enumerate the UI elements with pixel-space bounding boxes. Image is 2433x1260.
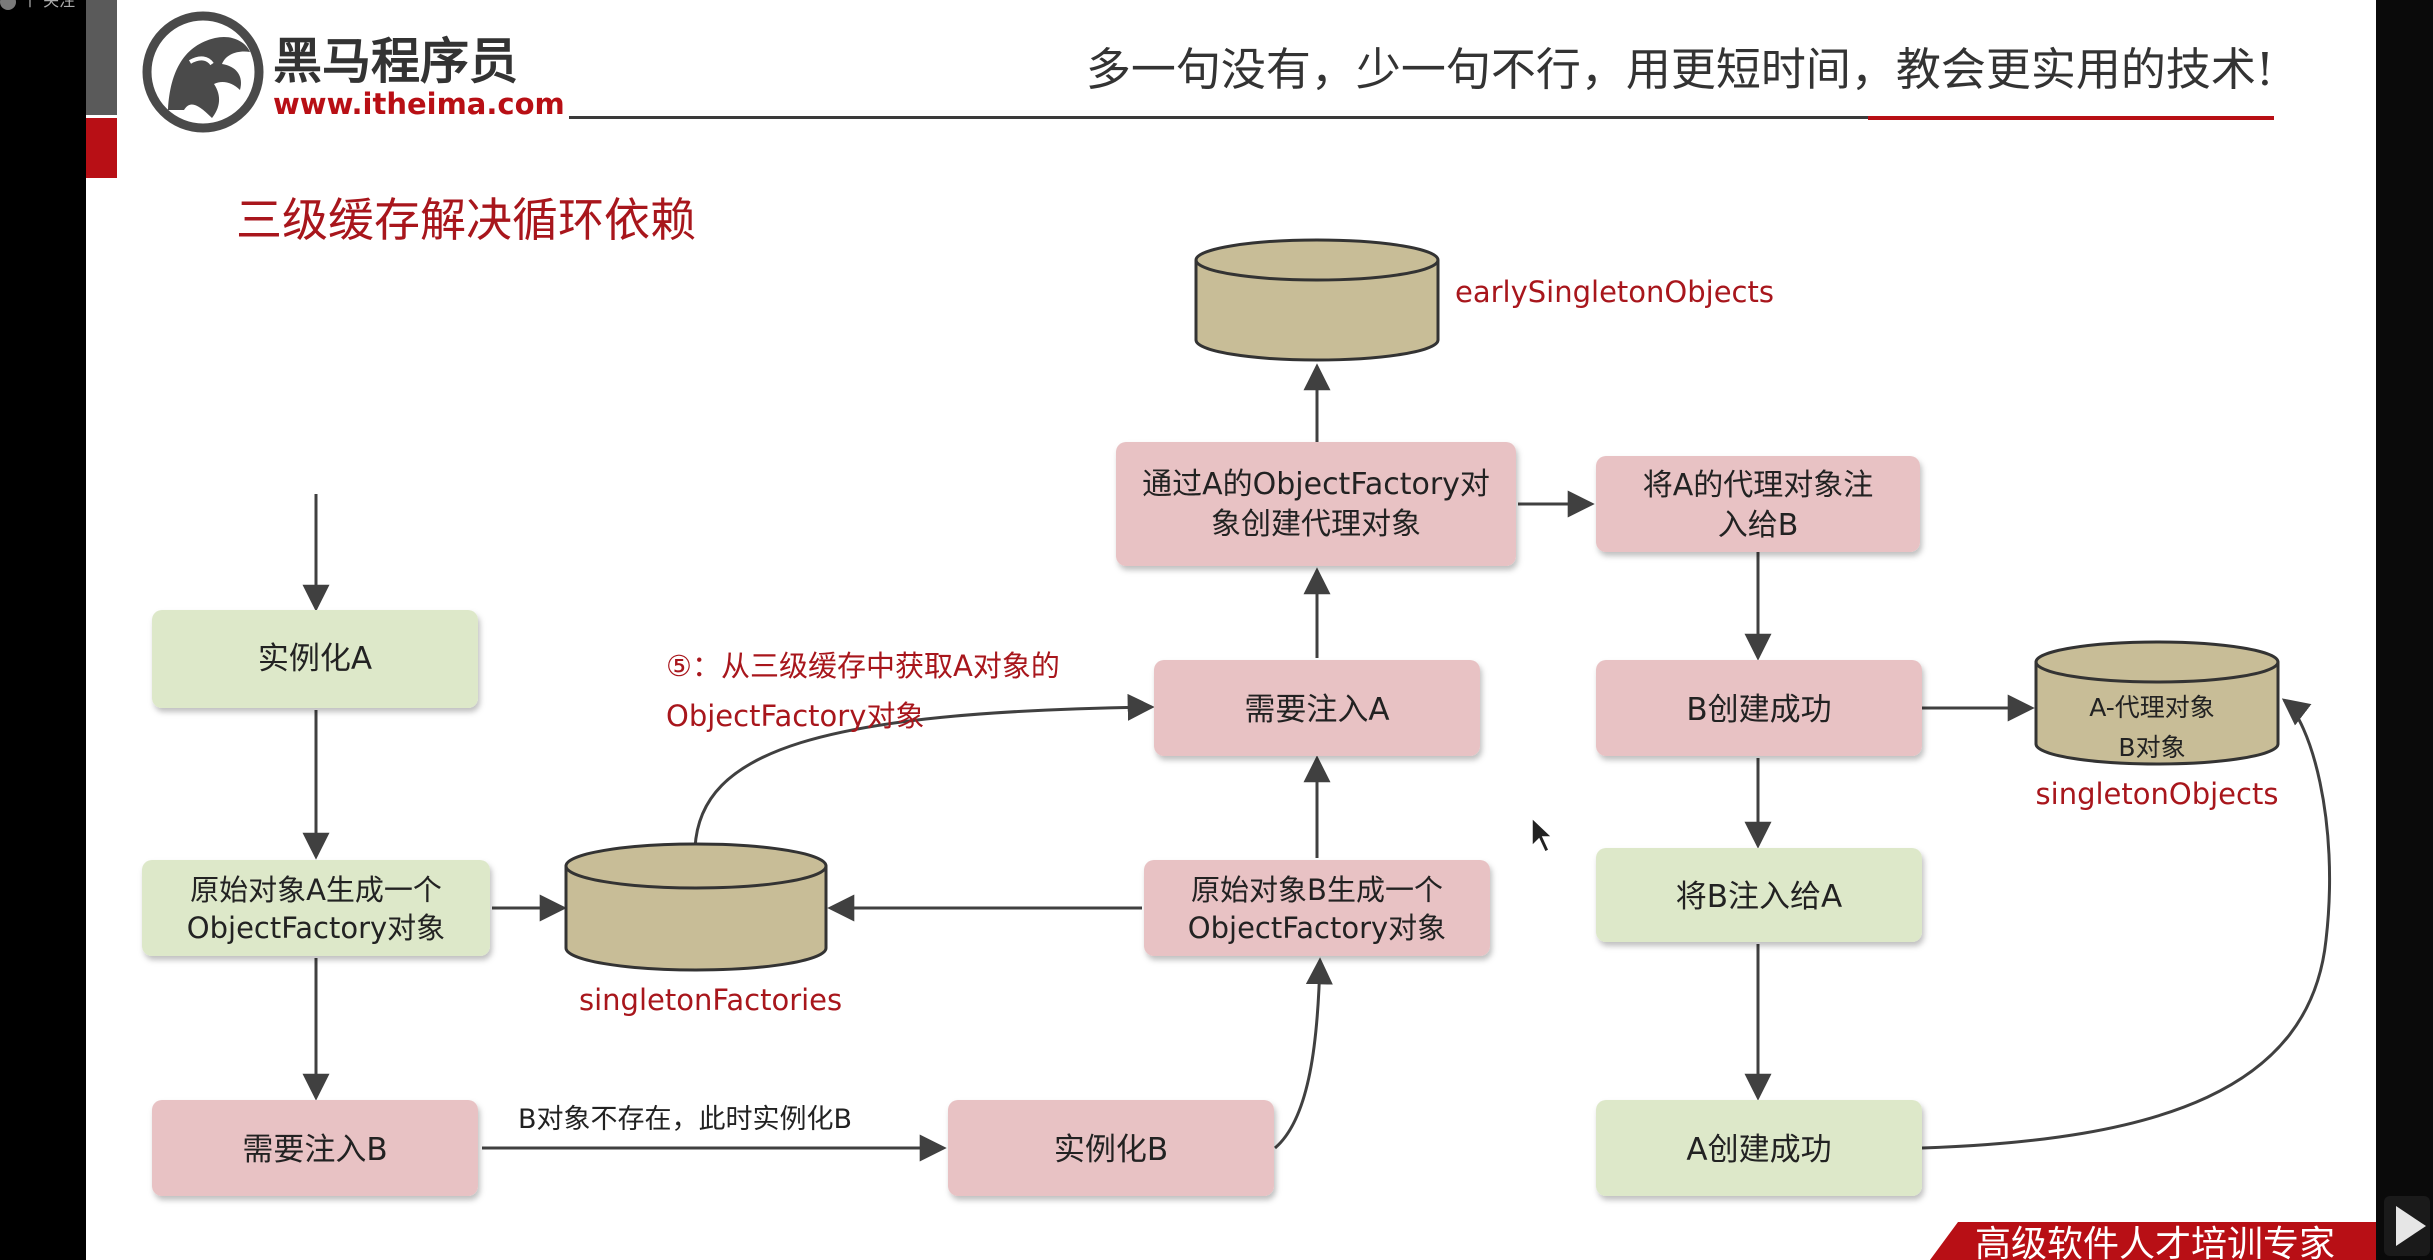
box-inject-proxy-to-b-line1: 将A的代理对象注 bbox=[1643, 468, 1874, 503]
box-factory-b: 原始对象B生成一个 ObjectFactory对象 bbox=[1144, 860, 1490, 956]
box-factory-b-line1: 原始对象B生成一个 bbox=[1191, 873, 1443, 907]
singleton-objects-item-a-proxy: A-代理对象 bbox=[2089, 693, 2215, 722]
brand-name: 黑马程序员 bbox=[273, 33, 518, 90]
screen: 个 关注 黑马程序员 www.itheima.com 多一句没有，少一句不行，用… bbox=[0, 0, 2433, 1260]
singleton-factories-label: singletonFactories bbox=[579, 983, 842, 1017]
singleton-objects-label: singletonObjects bbox=[2036, 777, 2279, 811]
box-inject-b-into-a: 将B注入给A bbox=[1596, 848, 1922, 942]
left-edge-red-tab bbox=[86, 118, 117, 178]
cylinder-singleton-factories bbox=[564, 842, 828, 972]
slide-canvas: 个 关注 黑马程序员 www.itheima.com 多一句没有，少一句不行，用… bbox=[0, 0, 2433, 1260]
box-create-proxy-line1: 通过A的ObjectFactory对 bbox=[1142, 467, 1490, 502]
box-factory-a-line2: ObjectFactory对象 bbox=[187, 911, 445, 945]
box-inject-proxy-to-b: 将A的代理对象注 入给B bbox=[1596, 456, 1920, 552]
footer-banner-text: 高级软件人才培训专家 bbox=[1975, 1224, 2335, 1260]
box-a-created-label: A创建成功 bbox=[1686, 1132, 1831, 1168]
step5-annotation-line1: ⑤：从三级缓存中获取A对象的 bbox=[666, 649, 1060, 683]
follow-tag[interactable]: 个 关注 bbox=[22, 0, 75, 10]
box-instantiate-a-label: 实例化A bbox=[258, 641, 372, 677]
box-create-proxy: 通过A的ObjectFactory对 象创建代理对象 bbox=[1116, 442, 1516, 566]
box-b-created-label: B创建成功 bbox=[1686, 692, 1831, 728]
box-inject-b-label: 需要注入B bbox=[242, 1132, 387, 1168]
box-factory-a-line1: 原始对象A生成一个 bbox=[190, 873, 442, 907]
early-singleton-objects-label: earlySingletonObjects bbox=[1455, 275, 1774, 309]
step5-annotation-line2: ObjectFactory对象 bbox=[666, 699, 924, 733]
box-inject-b-into-a-label: 将B注入给A bbox=[1676, 879, 1842, 915]
cylinder-singleton-objects: A-代理对象 B对象 bbox=[2034, 640, 2280, 766]
box-b-created: B创建成功 bbox=[1596, 660, 1922, 756]
singleton-objects-item-b: B对象 bbox=[2118, 733, 2185, 762]
brand-logo bbox=[142, 11, 264, 133]
box-a-created: A创建成功 bbox=[1596, 1100, 1922, 1196]
box-inject-proxy-to-b-line2: 入给B bbox=[1718, 508, 1799, 543]
header-slogan: 多一句没有，少一句不行，用更短时间，教会更实用的技术! bbox=[1086, 43, 2274, 96]
box-create-proxy-line2: 象创建代理对象 bbox=[1211, 507, 1421, 542]
cylinder-early-singleton-objects bbox=[1194, 238, 1440, 362]
box-need-inject-a-label: 需要注入A bbox=[1244, 692, 1389, 728]
slide-title: 三级缓存解决循环依赖 bbox=[236, 193, 696, 247]
left-edge-tab bbox=[86, 0, 117, 115]
footer-banner: 高级软件人才培训专家 bbox=[1930, 1222, 2376, 1260]
box-need-inject-a: 需要注入A bbox=[1154, 660, 1480, 756]
box-instantiate-a: 实例化A bbox=[152, 610, 478, 708]
box-factory-a: 原始对象A生成一个 ObjectFactory对象 bbox=[142, 860, 490, 956]
box-instantiate-b-label: 实例化B bbox=[1054, 1132, 1168, 1168]
header-divider-accent bbox=[1868, 116, 2274, 120]
b-not-exist-annotation: B对象不存在，此时实例化B bbox=[518, 1104, 852, 1135]
brand-url: www.itheima.com bbox=[273, 87, 565, 121]
box-instantiate-b: 实例化B bbox=[948, 1100, 1274, 1196]
play-button[interactable] bbox=[2384, 1196, 2430, 1256]
box-factory-b-line2: ObjectFactory对象 bbox=[1188, 911, 1446, 945]
box-inject-b: 需要注入B bbox=[152, 1100, 478, 1196]
